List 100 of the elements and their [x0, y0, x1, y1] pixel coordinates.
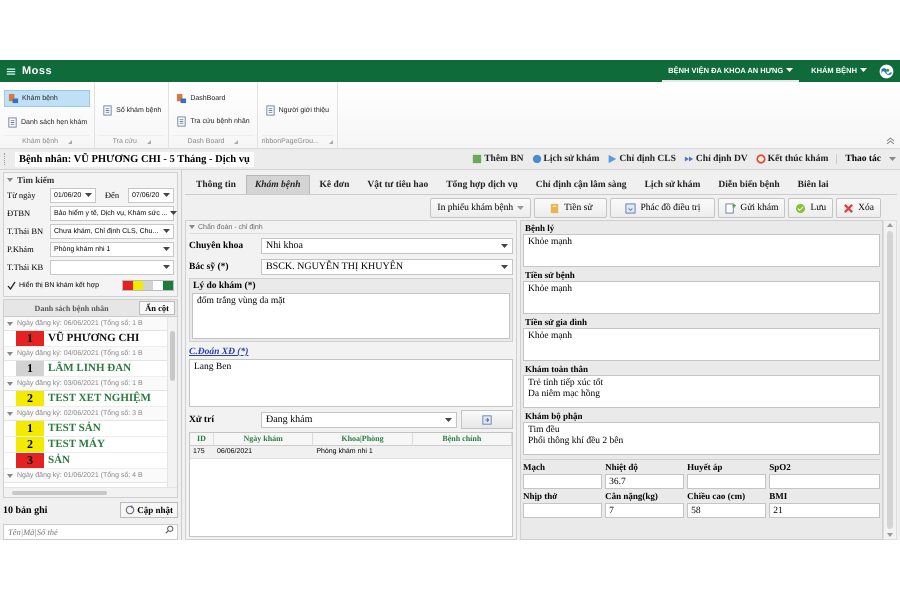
field-label: Huyết áp [687, 462, 724, 474]
tab[interactable]: Diễn biến bệnh [710, 176, 788, 194]
history-icon [532, 154, 542, 164]
collapse-arrow-icon[interactable] [7, 382, 13, 386]
print-button[interactable]: In phiếu khám bệnh [430, 198, 532, 218]
input-field[interactable] [523, 474, 602, 489]
field-label: ĐTBN [7, 208, 32, 218]
field-label: Từ ngày [7, 190, 36, 200]
text-area[interactable]: Khỏe mạnh [523, 281, 880, 314]
field-label: Mạch [523, 462, 546, 474]
clipboard-icon [549, 202, 560, 214]
patient-name[interactable]: TEST XET NGHIỆM [44, 391, 151, 406]
text-area[interactable]: Lang Ben [189, 359, 513, 407]
treatment-dropdown[interactable]: Đang khám [261, 412, 457, 428]
caret-icon [163, 229, 170, 233]
toolbar-button[interactable]: Gửi khám [718, 198, 786, 218]
input-field[interactable] [687, 474, 766, 489]
diagnosis-link[interactable]: C.Đoán XĐ (*) [189, 344, 248, 357]
scroll-up-icon[interactable] [887, 223, 893, 227]
field-label: Xử trí [189, 414, 215, 424]
queue-number: 1 [16, 361, 44, 376]
tab[interactable]: Chỉ định cận lâm sàng [528, 176, 635, 194]
toolbar-button[interactable]: Lịch sử khám [532, 154, 600, 164]
input-field[interactable]: 21 [769, 503, 880, 518]
caret-icon [860, 68, 867, 72]
text-area[interactable]: Khỏe mạnh [523, 234, 880, 267]
tab[interactable]: Biên lai [790, 176, 837, 194]
tab[interactable]: Vật tư tiêu hao [359, 176, 436, 194]
field-label: Khám toàn thân [524, 363, 590, 375]
field-label: T.Thái BN [7, 226, 44, 236]
doctor-dropdown[interactable]: BSCK. NGUYỄN THỊ KHUYÊN [261, 258, 513, 274]
column-header[interactable]: Khoa|Phòng [313, 433, 413, 446]
dropdown-field[interactable] [50, 260, 174, 274]
input-field[interactable] [523, 503, 602, 518]
text-area[interactable]: Khỏe mạnh [523, 328, 880, 361]
toolbar-button[interactable]: Chỉ định DV [684, 154, 748, 164]
menu-icon [6, 66, 16, 76]
hide-columns-button[interactable]: Ẩn cột [139, 301, 175, 315]
text-area[interactable]: đốm trắng vùng da mặt [192, 293, 510, 339]
input-field[interactable]: 36.7 [605, 474, 684, 489]
field-label: Chuyên khoa [189, 240, 244, 250]
field-label: Lý do khám (*) [192, 280, 257, 293]
text-area[interactable]: Trẻ tỉnh tiếp xúc tốt Da niêm mạc hồng [523, 375, 880, 408]
caret-icon [163, 247, 170, 251]
collapse-arrow-icon[interactable] [7, 178, 13, 182]
toolbar-button[interactable]: Lưu [788, 198, 834, 218]
refresh-icon [125, 505, 136, 515]
tab[interactable]: Khám bệnh [246, 175, 310, 194]
field-label: Nhịp thở [523, 491, 558, 503]
patient-name[interactable]: VŨ PHƯƠNG CHI [44, 331, 140, 346]
toolbar-button[interactable]: Thêm BN [472, 154, 524, 164]
collapse-arrow-icon[interactable] [189, 225, 195, 229]
toolbar-button[interactable]: Chỉ định CLS [607, 154, 676, 164]
caret-icon [501, 244, 508, 248]
tab[interactable]: Lịch sử khám [636, 176, 708, 194]
expand-corner-icon[interactable] [146, 140, 151, 144]
refresh-button[interactable]: Cập nhật [120, 502, 178, 518]
column-header[interactable]: ID [190, 433, 214, 446]
actions-menu[interactable]: Thao tác [836, 154, 900, 164]
column-header[interactable]: Ngày khám [214, 433, 314, 446]
queue-number: 1 [16, 331, 44, 346]
toolbar-button[interactable]: Kết thúc khám [756, 154, 828, 164]
tab[interactable]: Thông tin [188, 176, 244, 194]
field-label: Bệnh lý [524, 222, 556, 234]
expand-corner-icon[interactable] [68, 140, 72, 144]
collapse-arrow-icon[interactable] [7, 352, 13, 356]
arrow-box-icon [482, 414, 492, 424]
tab[interactable]: Kê đơn [312, 176, 358, 194]
scroll-down-icon[interactable] [887, 533, 893, 537]
vertical-scrollbar[interactable] [883, 220, 897, 540]
input-field[interactable]: 58 [687, 503, 766, 518]
tab[interactable]: Tổng hợp dịch vụ [438, 176, 526, 194]
toolbar-button[interactable]: Xóa [836, 198, 881, 218]
search-field[interactable]: Tên|Mã|Số thẻ [3, 524, 178, 540]
collapse-arrow-icon[interactable] [7, 322, 13, 326]
globe-icon[interactable] [879, 64, 894, 78]
patient-name[interactable]: SẢN [44, 453, 70, 468]
patient-name[interactable]: LÂM LINH ĐAN [44, 361, 132, 376]
patient-name[interactable]: TEST MÁY [44, 437, 105, 452]
expand-corner-icon[interactable] [234, 140, 238, 144]
collapse-arrow-icon[interactable] [7, 474, 13, 478]
collapse-ribbon-icon[interactable] [886, 137, 895, 144]
toolbar-button[interactable]: Tiền sử [534, 198, 608, 218]
vertical-scrollbar[interactable] [167, 317, 177, 487]
collapse-arrow-icon[interactable] [7, 412, 13, 416]
field-label: SpO2 [769, 462, 792, 474]
horizontal-scrollbar[interactable] [4, 487, 177, 497]
caret-icon [85, 193, 92, 197]
input-field[interactable]: 7 [605, 503, 684, 518]
column-header[interactable]: Bệnh chính [412, 433, 512, 446]
panel-title: Tìm kiếm [17, 175, 54, 185]
icon-button[interactable] [461, 410, 513, 429]
field-label: Tiền sử gia đình [524, 316, 588, 328]
text-area[interactable]: Tim đều Phổi thông khí đều 2 bên [523, 422, 880, 455]
toolbar-button[interactable]: Phác đồ điều trị [610, 198, 716, 218]
caret-icon [163, 265, 170, 269]
specialty-dropdown[interactable]: Nhi khoa [261, 238, 513, 254]
patient-name[interactable]: TEST SẢN [44, 421, 101, 436]
expand-corner-icon[interactable] [328, 140, 333, 144]
input-field[interactable] [769, 474, 880, 489]
